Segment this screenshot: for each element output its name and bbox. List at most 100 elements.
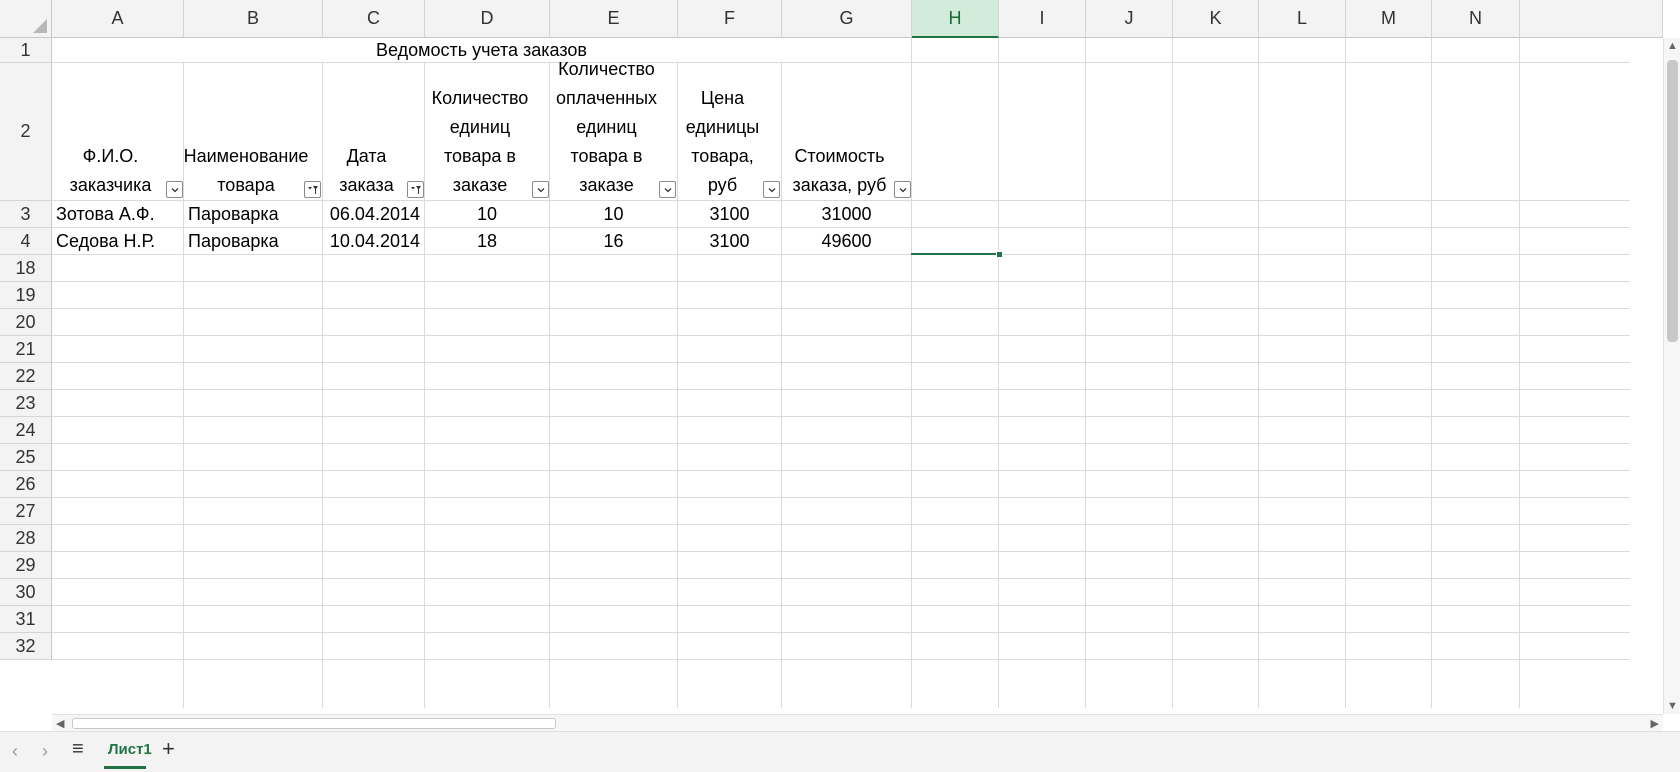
vertical-scrollbar[interactable]: ▲ ▼ — [1663, 38, 1680, 714]
column-header-h[interactable]: H — [912, 0, 999, 38]
row-header-20[interactable]: 20 — [0, 309, 52, 336]
column-header-l[interactable]: L — [1259, 0, 1346, 38]
column-header-i[interactable]: I — [999, 0, 1086, 38]
column-title-c[interactable]: Дата заказа — [323, 63, 424, 200]
cell-f3[interactable]: 3100 — [678, 201, 781, 227]
chevron-right-icon[interactable]: › — [42, 741, 48, 762]
column-title-g[interactable]: Стоимость заказа, руб — [782, 63, 911, 200]
header-line: руб — [707, 175, 738, 195]
row-header-27[interactable]: 27 — [0, 498, 52, 525]
cell-a3[interactable]: Зотова А.Ф. — [52, 201, 183, 227]
row-header-31[interactable]: 31 — [0, 606, 52, 633]
gridline-vertical — [998, 38, 999, 708]
table-title[interactable]: Ведомость учета заказов — [52, 38, 911, 62]
cell-d3[interactable]: 10 — [425, 201, 549, 227]
sheet-tab-bar: ‹ › ≡ Лист1 + — [0, 731, 1680, 772]
chevron-left-icon[interactable]: ‹ — [12, 741, 18, 762]
column-header-a[interactable]: A — [52, 0, 184, 38]
row-header-25[interactable]: 25 — [0, 444, 52, 471]
column-title-a[interactable]: Ф.И.О. заказчика — [52, 63, 183, 200]
row-header-30[interactable]: 30 — [0, 579, 52, 606]
column-header-b[interactable]: B — [184, 0, 323, 38]
row-header-22[interactable]: 22 — [0, 363, 52, 390]
active-cell-indicator — [911, 253, 1000, 255]
cell-f4[interactable]: 3100 — [678, 228, 781, 254]
gridline-horizontal — [52, 551, 1630, 552]
chevron-down-icon[interactable] — [532, 181, 549, 198]
scroll-up-icon[interactable]: ▲ — [1667, 40, 1678, 52]
row-header-3[interactable]: 3 — [0, 201, 52, 228]
cell-a4[interactable]: Седова Н.Р. — [52, 228, 183, 254]
gridline-horizontal — [52, 308, 1630, 309]
row-header-32[interactable]: 32 — [0, 633, 52, 660]
header-line: единиц — [576, 117, 637, 137]
select-all-icon — [33, 19, 47, 33]
cell-e3[interactable]: 10 — [550, 201, 677, 227]
cell-e4[interactable]: 16 — [550, 228, 677, 254]
hamburger-icon[interactable]: ≡ — [72, 738, 84, 761]
column-header-m[interactable]: M — [1346, 0, 1432, 38]
row-header-26[interactable]: 26 — [0, 471, 52, 498]
gridline-horizontal — [52, 605, 1630, 606]
header-line: заказа — [339, 175, 394, 195]
gridline-horizontal — [52, 524, 1630, 525]
column-header-c[interactable]: C — [323, 0, 425, 38]
gridline-horizontal — [52, 362, 1630, 363]
cell-b4[interactable]: Пароварка — [184, 228, 322, 254]
row-header-24[interactable]: 24 — [0, 417, 52, 444]
column-title-b[interactable]: Наименование товара — [184, 63, 322, 200]
chevron-down-icon[interactable] — [166, 181, 183, 198]
row-header-21[interactable]: 21 — [0, 336, 52, 363]
column-header-f[interactable]: F — [678, 0, 782, 38]
gridline-vertical — [911, 38, 912, 708]
spreadsheet-grid[interactable]: ABCDEFGHIJKLMN 1 2 3 4 18 19 20 21 22 23 24 25 26 27 2… — [0, 0, 1680, 772]
gridline-horizontal — [52, 254, 1630, 255]
sheet-tab[interactable]: Лист1 — [104, 732, 156, 766]
fill-handle[interactable] — [996, 251, 1003, 258]
gridline-horizontal — [52, 497, 1630, 498]
column-header-j[interactable]: J — [1086, 0, 1173, 38]
gridline-vertical — [1431, 38, 1432, 708]
row-header-4[interactable]: 4 — [0, 228, 52, 255]
gridline-vertical — [1085, 38, 1086, 708]
column-header-k[interactable]: K — [1173, 0, 1259, 38]
plus-icon[interactable]: + — [162, 736, 175, 762]
column-title-f[interactable]: Цена единицы товара, руб — [678, 63, 781, 200]
cell-c4[interactable]: 10.04.2014 — [323, 228, 424, 254]
horizontal-scrollbar[interactable]: ◀ ▶ — [52, 714, 1663, 731]
filter-icon[interactable] — [304, 181, 321, 198]
filter-icon[interactable] — [407, 181, 424, 198]
select-all-corner[interactable] — [0, 0, 52, 38]
column-header-g[interactable]: G — [782, 0, 912, 38]
row-header-2[interactable]: 2 — [0, 63, 52, 201]
chevron-down-icon[interactable] — [659, 181, 676, 198]
header-line: Цена — [700, 88, 745, 108]
active-tab-indicator — [104, 766, 146, 769]
column-header-n[interactable]: N — [1432, 0, 1520, 38]
scroll-right-icon[interactable]: ▶ — [1651, 717, 1659, 730]
header-line: оплаченных — [555, 88, 658, 108]
cell-g3[interactable]: 31000 — [782, 201, 911, 227]
scroll-left-icon[interactable]: ◀ — [56, 717, 64, 730]
cell-b3[interactable]: Пароварка — [184, 201, 322, 227]
chevron-down-icon[interactable] — [894, 181, 911, 198]
vertical-scroll-thumb[interactable] — [1667, 60, 1678, 342]
row-header-29[interactable]: 29 — [0, 552, 52, 579]
cell-d4[interactable]: 18 — [425, 228, 549, 254]
cell-c3[interactable]: 06.04.2014 — [323, 201, 424, 227]
column-title-d[interactable]: Количество единиц товара в заказе — [425, 63, 549, 200]
header-line: Наименование — [183, 146, 309, 166]
header-line: единицы — [685, 117, 760, 137]
column-header-e[interactable]: E — [550, 0, 678, 38]
column-header-d[interactable]: D — [425, 0, 550, 38]
row-header-19[interactable]: 19 — [0, 282, 52, 309]
horizontal-scroll-thumb[interactable] — [72, 718, 556, 729]
row-header-1[interactable]: 1 — [0, 38, 52, 63]
scroll-down-icon[interactable]: ▼ — [1667, 700, 1678, 712]
column-title-e[interactable]: Количество оплаченных единиц товара в заказе — [550, 59, 677, 200]
row-header-23[interactable]: 23 — [0, 390, 52, 417]
chevron-down-icon[interactable] — [763, 181, 780, 198]
row-header-18[interactable]: 18 — [0, 255, 52, 282]
cell-g4[interactable]: 49600 — [782, 228, 911, 254]
row-header-28[interactable]: 28 — [0, 525, 52, 552]
